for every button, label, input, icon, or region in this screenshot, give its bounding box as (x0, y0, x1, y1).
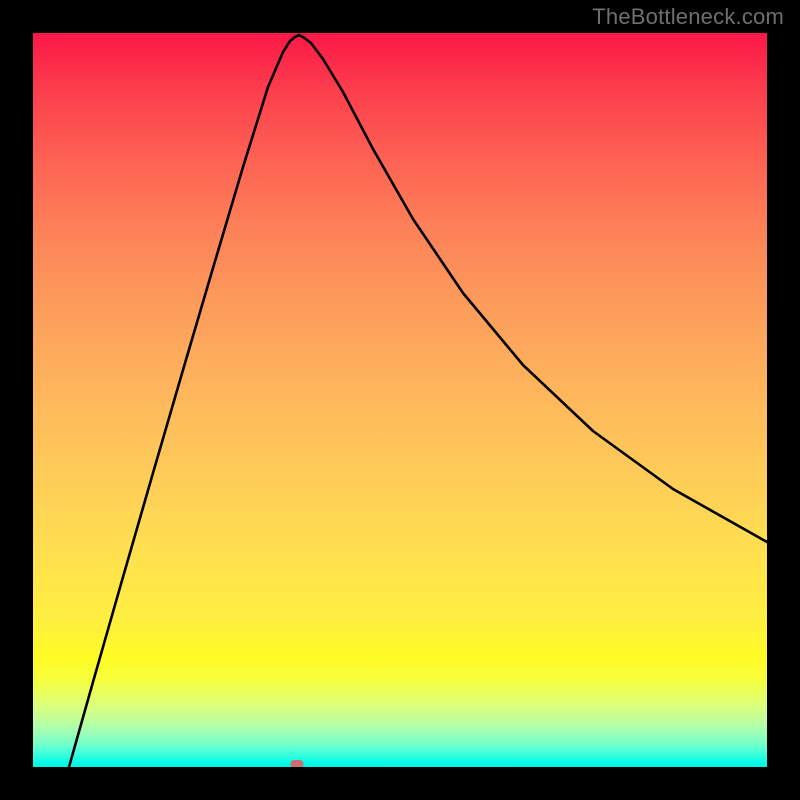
plot-area (33, 33, 767, 767)
min-marker (291, 760, 304, 767)
watermark-text: TheBottleneck.com (592, 4, 784, 30)
curve-group (69, 35, 767, 767)
curve-layer (33, 33, 767, 767)
bottleneck-curve (69, 35, 767, 767)
chart-frame: TheBottleneck.com (0, 0, 800, 800)
